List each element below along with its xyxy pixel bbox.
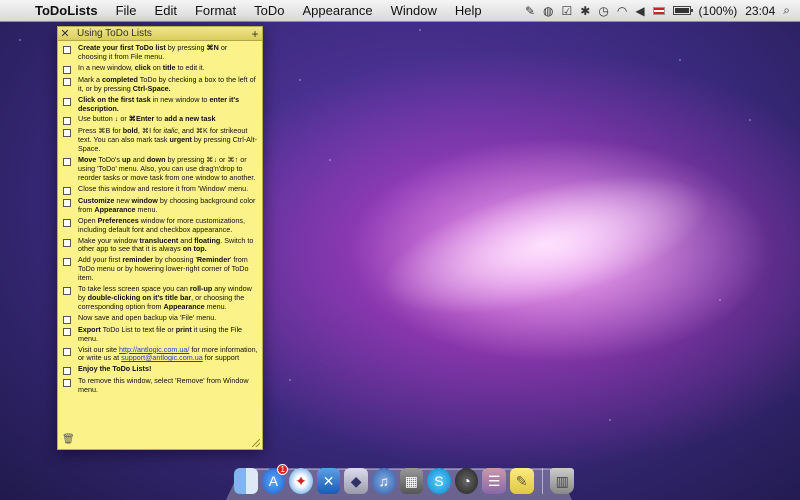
task-item[interactable]: Move ToDo's up and down by pressing ⌘↓ o… — [62, 155, 258, 183]
dashboard-icon[interactable]: ◔ — [454, 468, 479, 494]
menu-window[interactable]: Window — [382, 3, 446, 18]
volume-icon[interactable]: ◀ — [635, 4, 644, 18]
script-menu-icon[interactable]: ✎ — [525, 4, 535, 18]
photo-booth-icon[interactable]: ▦ — [399, 468, 424, 494]
task-checkbox[interactable] — [63, 258, 71, 267]
task-item[interactable]: To take less screen space you can roll-u… — [62, 284, 258, 312]
todo-window-title[interactable]: Using ToDo Lists — [72, 28, 248, 39]
task-item[interactable]: Close this window and restore it from 'W… — [62, 184, 258, 195]
task-checkbox[interactable] — [63, 46, 71, 54]
task-checkbox[interactable] — [63, 198, 71, 207]
task-checkbox[interactable] — [63, 65, 71, 74]
task-item[interactable]: Use button ↓ or ⌘Enter to add a new task — [62, 114, 258, 126]
task-item[interactable]: To remove this window, select 'Remove' f… — [62, 376, 258, 395]
skype-icon[interactable]: S — [427, 468, 451, 494]
task-list: Create your first ToDo list by pressing … — [58, 41, 262, 395]
task-text[interactable]: Press ⌘B for bold, ⌘I for italic, and ⌘K… — [78, 126, 258, 154]
task-text[interactable]: Move ToDo's up and down by pressing ⌘↓ o… — [78, 155, 258, 183]
task-checkbox[interactable] — [63, 379, 71, 388]
time-machine-icon[interactable]: ◷ — [598, 4, 608, 18]
task-text[interactable]: To remove this window, select 'Remove' f… — [78, 376, 258, 395]
menu-format[interactable]: Format — [186, 3, 245, 18]
task-checkbox[interactable] — [63, 347, 71, 356]
menu-app-name[interactable]: ToDoLists — [26, 3, 107, 18]
menu-help[interactable]: Help — [446, 3, 491, 18]
task-checkbox[interactable] — [63, 287, 71, 296]
task-item[interactable]: Add your first reminder by choosing 'Rem… — [62, 255, 258, 283]
finder-icon[interactable] — [234, 468, 258, 494]
menu-todo[interactable]: ToDo — [245, 3, 293, 18]
task-text[interactable]: Make your window translucent and floatin… — [78, 236, 258, 255]
battery-icon[interactable] — [672, 6, 693, 15]
task-text[interactable]: Mark a completed ToDo by checking a box … — [78, 75, 258, 94]
menu-bar: ToDoLists File Edit Format ToDo Appearan… — [0, 0, 800, 22]
task-item[interactable]: Enjoy the ToDo Lists! — [62, 364, 258, 376]
task-checkbox[interactable] — [63, 129, 71, 138]
task-item[interactable]: Mark a completed ToDo by checking a box … — [62, 75, 258, 94]
menu-edit[interactable]: Edit — [146, 3, 186, 18]
task-text[interactable]: Enjoy the ToDo Lists! — [78, 364, 151, 374]
task-text[interactable]: Use button ↓ or ⌘Enter to add a new task — [78, 114, 215, 124]
task-checkbox[interactable] — [63, 97, 71, 106]
menu-file[interactable]: File — [107, 3, 146, 18]
todo-window-titlebar[interactable]: ✕ Using ToDo Lists + — [58, 27, 262, 41]
task-item[interactable]: Click on the first task in new window to… — [62, 95, 258, 114]
task-item[interactable]: Make your window translucent and floatin… — [62, 236, 258, 255]
close-icon[interactable]: ✕ — [58, 27, 72, 40]
wifi-icon[interactable]: ◠ — [617, 4, 627, 18]
checkbox-menu-icon[interactable]: ☑ — [562, 4, 573, 18]
input-source-flag-icon[interactable] — [652, 6, 665, 15]
menu-appearance[interactable]: Appearance — [293, 3, 381, 18]
task-checkbox[interactable] — [63, 367, 71, 376]
preview-icon[interactable]: ◆ — [344, 468, 368, 494]
todolists-icon[interactable]: ☰ — [482, 468, 506, 494]
task-text[interactable]: Close this window and restore it from 'W… — [78, 184, 248, 194]
task-checkbox[interactable] — [63, 117, 71, 126]
task-item[interactable]: Now save and open backup via 'File' menu… — [62, 313, 258, 324]
task-checkbox[interactable] — [63, 186, 71, 195]
task-text[interactable]: Add your first reminder by choosing 'Rem… — [78, 255, 258, 283]
task-item[interactable]: Visit our site http://antlogic.com.ua/ f… — [62, 345, 258, 364]
app-store-icon[interactable]: A1 — [261, 464, 289, 494]
resize-grip-icon[interactable] — [252, 439, 260, 447]
task-item[interactable]: Export ToDo List to text file or print i… — [62, 325, 258, 344]
menu-extras: ✎ ◍ ☑ ✱ ◷ ◠ ◀ (100%) 23:04 ⌕ — [525, 3, 800, 18]
clock[interactable]: 23:04 — [745, 4, 775, 18]
bluetooth-icon[interactable]: ✱ — [580, 4, 590, 18]
task-text[interactable]: Export ToDo List to text file or print i… — [78, 325, 258, 344]
task-text[interactable]: Open Preferences window for more customi… — [78, 216, 258, 235]
task-text[interactable]: Now save and open backup via 'File' menu… — [78, 313, 216, 323]
trash-icon[interactable]: ▥ — [550, 468, 575, 494]
task-checkbox[interactable] — [63, 327, 71, 336]
task-item[interactable]: Create your first ToDo list by pressing … — [62, 43, 258, 62]
task-item[interactable]: Customize new window by choosing backgro… — [62, 196, 258, 215]
dock-separator — [541, 468, 543, 494]
todo-window: ✕ Using ToDo Lists + Create your first T… — [57, 26, 263, 450]
trash-icon[interactable]: 🗑 — [62, 434, 75, 445]
xcode-icon[interactable]: ✕ — [316, 468, 341, 494]
task-checkbox[interactable] — [63, 238, 71, 247]
task-item[interactable]: Open Preferences window for more customi… — [62, 216, 258, 235]
sync-icon[interactable]: ◍ — [543, 4, 553, 18]
battery-percent: (100%) — [698, 3, 738, 18]
mail-badge: 1 — [277, 464, 289, 475]
task-item[interactable]: Press ⌘B for bold, ⌘I for italic, and ⌘K… — [62, 126, 258, 154]
dock: A1 ✦ ✕ ◆ ♫ ▦ S ◔ ☰ ✎ ▥ — [234, 462, 575, 494]
task-item[interactable]: In a new window, click on title to edit … — [62, 63, 258, 74]
task-text[interactable]: Visit our site http://antlogic.com.ua/ f… — [78, 345, 258, 364]
safari-icon[interactable]: ✦ — [289, 468, 313, 494]
task-checkbox[interactable] — [63, 77, 71, 86]
task-text[interactable]: To take less screen space you can roll-u… — [78, 284, 258, 312]
task-text[interactable]: In a new window, click on title to edit … — [78, 63, 205, 73]
notes-icon[interactable]: ✎ — [509, 468, 534, 494]
task-checkbox[interactable] — [63, 218, 71, 227]
task-text[interactable]: Click on the first task in new window to… — [78, 95, 258, 114]
task-checkbox[interactable] — [63, 315, 71, 324]
task-text[interactable]: Customize new window by choosing backgro… — [78, 196, 258, 215]
task-checkbox[interactable] — [63, 158, 71, 167]
task-text[interactable]: Create your first ToDo list by pressing … — [78, 43, 258, 62]
add-task-icon[interactable]: + — [248, 27, 262, 41]
spotlight-search-icon[interactable]: ⌕ — [783, 3, 790, 18]
itunes-icon[interactable]: ♫ — [371, 468, 396, 494]
